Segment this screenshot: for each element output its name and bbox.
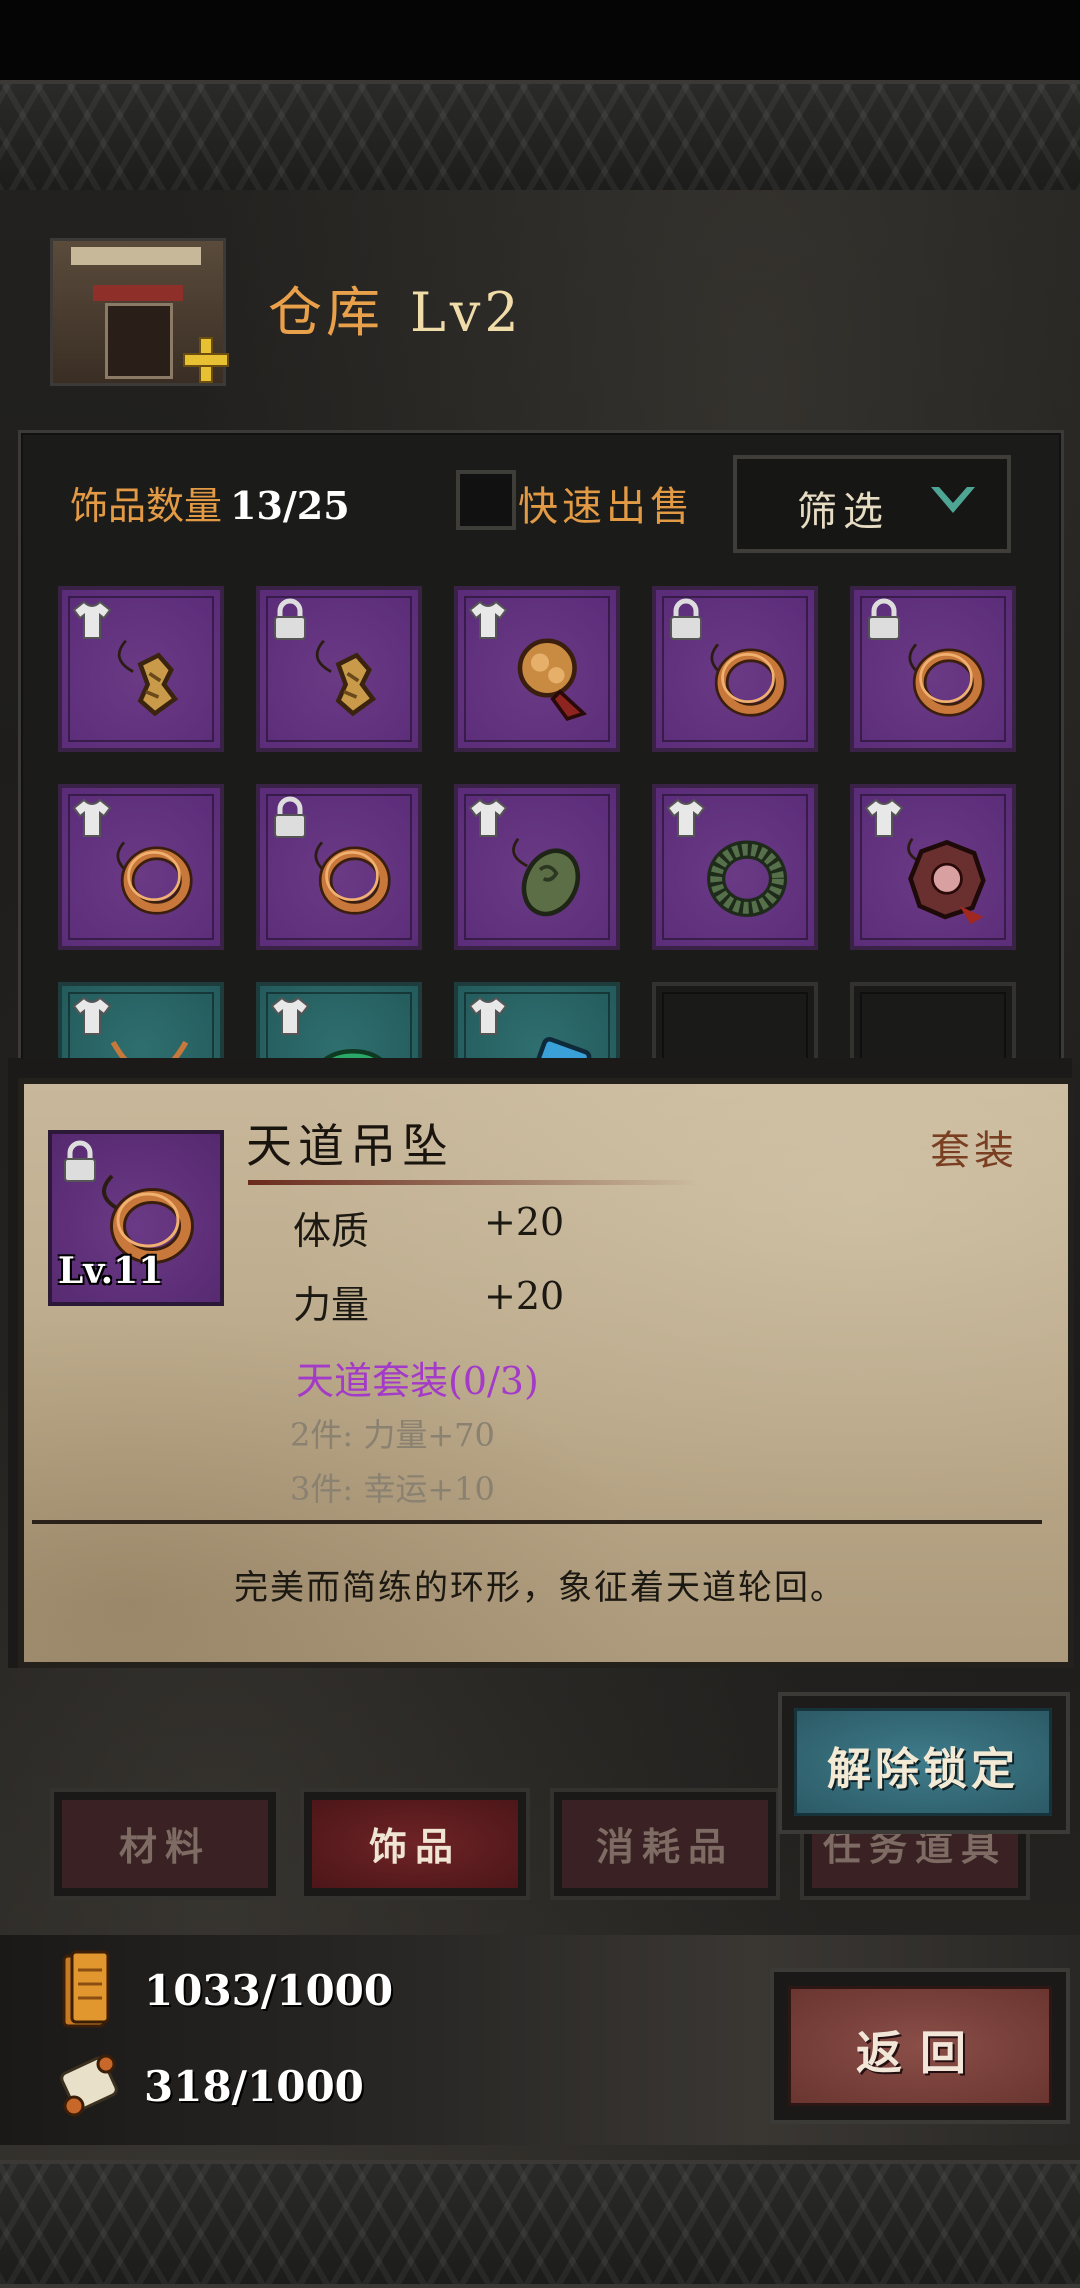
quick-sell-checkbox[interactable] bbox=[456, 470, 516, 530]
unlock-button[interactable]: 解除锁定 bbox=[778, 1692, 1070, 1834]
bronze-ring-icon bbox=[710, 643, 787, 717]
equipped-shirt-icon bbox=[666, 798, 706, 837]
inventory-slot[interactable] bbox=[850, 586, 1016, 752]
paper-roll-icon bbox=[60, 2054, 118, 2117]
tab-label: 消耗品 bbox=[595, 1824, 734, 1869]
tab-label: 饰品 bbox=[368, 1824, 461, 1869]
tooltip-item-level: Lv.11 bbox=[58, 1250, 164, 1292]
tooltip-description: 完美而简练的环形，象征着天道轮回。 bbox=[234, 1568, 846, 1608]
inventory-slot[interactable] bbox=[256, 784, 422, 950]
tab-materials[interactable]: 材料 bbox=[50, 1788, 280, 1900]
inventory-slot[interactable] bbox=[652, 586, 818, 752]
status-bar bbox=[0, 0, 1080, 80]
dragon-pendant-icon bbox=[117, 639, 179, 717]
bottom-ornament bbox=[0, 2160, 1080, 2288]
tab-accessories[interactable]: 饰品 bbox=[300, 1788, 530, 1900]
inventory-slot[interactable] bbox=[454, 784, 620, 950]
equipped-shirt-icon bbox=[72, 996, 112, 1035]
tab-label: 材料 bbox=[118, 1824, 211, 1869]
upgrade-plus-icon[interactable] bbox=[183, 337, 229, 383]
item-count-value: 13/25 bbox=[230, 483, 350, 528]
resource-value: 1033/1000 bbox=[144, 1966, 394, 2015]
inventory-slot[interactable] bbox=[256, 586, 422, 752]
gold-charm-icon bbox=[517, 638, 588, 722]
equipped-shirt-icon bbox=[270, 996, 310, 1035]
item-count-label: 饰品数量 bbox=[70, 484, 223, 528]
stat-value: +20 bbox=[484, 1274, 565, 1318]
inventory-slot[interactable] bbox=[58, 586, 224, 752]
tooltip-item-icon: Lv.11 bbox=[48, 1130, 224, 1306]
equipped-shirt-icon bbox=[72, 600, 112, 639]
inventory-slot[interactable] bbox=[850, 784, 1016, 950]
filter-label: 筛选 bbox=[797, 489, 889, 535]
inventory-slot[interactable] bbox=[58, 784, 224, 950]
back-button-label: 返回 bbox=[856, 2026, 984, 2080]
equipped-shirt-icon bbox=[72, 798, 112, 837]
warehouse-title-text: 仓库 bbox=[268, 281, 384, 344]
chevron-down-icon bbox=[931, 487, 975, 513]
lock-icon bbox=[274, 598, 306, 640]
tooltip-name-underline bbox=[248, 1180, 698, 1185]
equipped-shirt-icon bbox=[864, 798, 904, 837]
equipped-shirt-icon bbox=[468, 996, 508, 1035]
warehouse-level: Lv2 bbox=[410, 281, 523, 344]
bronze-ring-icon bbox=[116, 841, 193, 915]
inventory-slot[interactable] bbox=[652, 784, 818, 950]
bagua-charm-icon bbox=[907, 837, 986, 925]
resource-value: 318/1000 bbox=[144, 2062, 364, 2111]
equipped-shirt-icon bbox=[468, 600, 508, 639]
tab-consumables[interactable]: 消耗品 bbox=[550, 1788, 780, 1900]
set-bonus-row: 3件: 幸运+10 bbox=[290, 1470, 495, 1508]
lock-icon bbox=[868, 598, 900, 640]
equipped-shirt-icon bbox=[468, 798, 508, 837]
inventory-slot[interactable] bbox=[454, 586, 620, 752]
tooltip-item-name: 天道吊坠 bbox=[246, 1119, 454, 1173]
lock-icon bbox=[670, 598, 702, 640]
scroll-bundle-icon bbox=[62, 1950, 110, 2028]
unlock-button-label: 解除锁定 bbox=[827, 1744, 1019, 1795]
dragon-pendant-icon bbox=[315, 639, 377, 717]
lock-icon bbox=[274, 796, 306, 838]
quick-sell-label[interactable]: 快速出售 bbox=[518, 474, 694, 532]
bronze-ring-icon bbox=[908, 643, 985, 717]
jade-pendant-icon bbox=[512, 837, 581, 917]
stat-value: +20 bbox=[484, 1200, 565, 1244]
top-ornament bbox=[0, 80, 1080, 198]
set-bonus-row: 2件: 力量+70 bbox=[290, 1416, 495, 1454]
warehouse-title: 仓库 Lv2 bbox=[268, 268, 523, 347]
filter-dropdown[interactable]: 筛选 bbox=[733, 455, 1011, 553]
back-button[interactable]: 返回 bbox=[770, 1968, 1070, 2124]
stat-name: 力量 bbox=[293, 1283, 370, 1327]
jade-ring-icon bbox=[707, 840, 788, 917]
set-bonus-title: 天道套装(0/3) bbox=[296, 1359, 539, 1403]
bronze-ring-icon bbox=[314, 841, 391, 915]
tooltip-divider bbox=[32, 1520, 1042, 1524]
tooltip-set-tag: 套装 bbox=[930, 1128, 1018, 1174]
stat-name: 体质 bbox=[293, 1209, 370, 1253]
item-count: 饰品数量 13/25 bbox=[70, 475, 350, 530]
